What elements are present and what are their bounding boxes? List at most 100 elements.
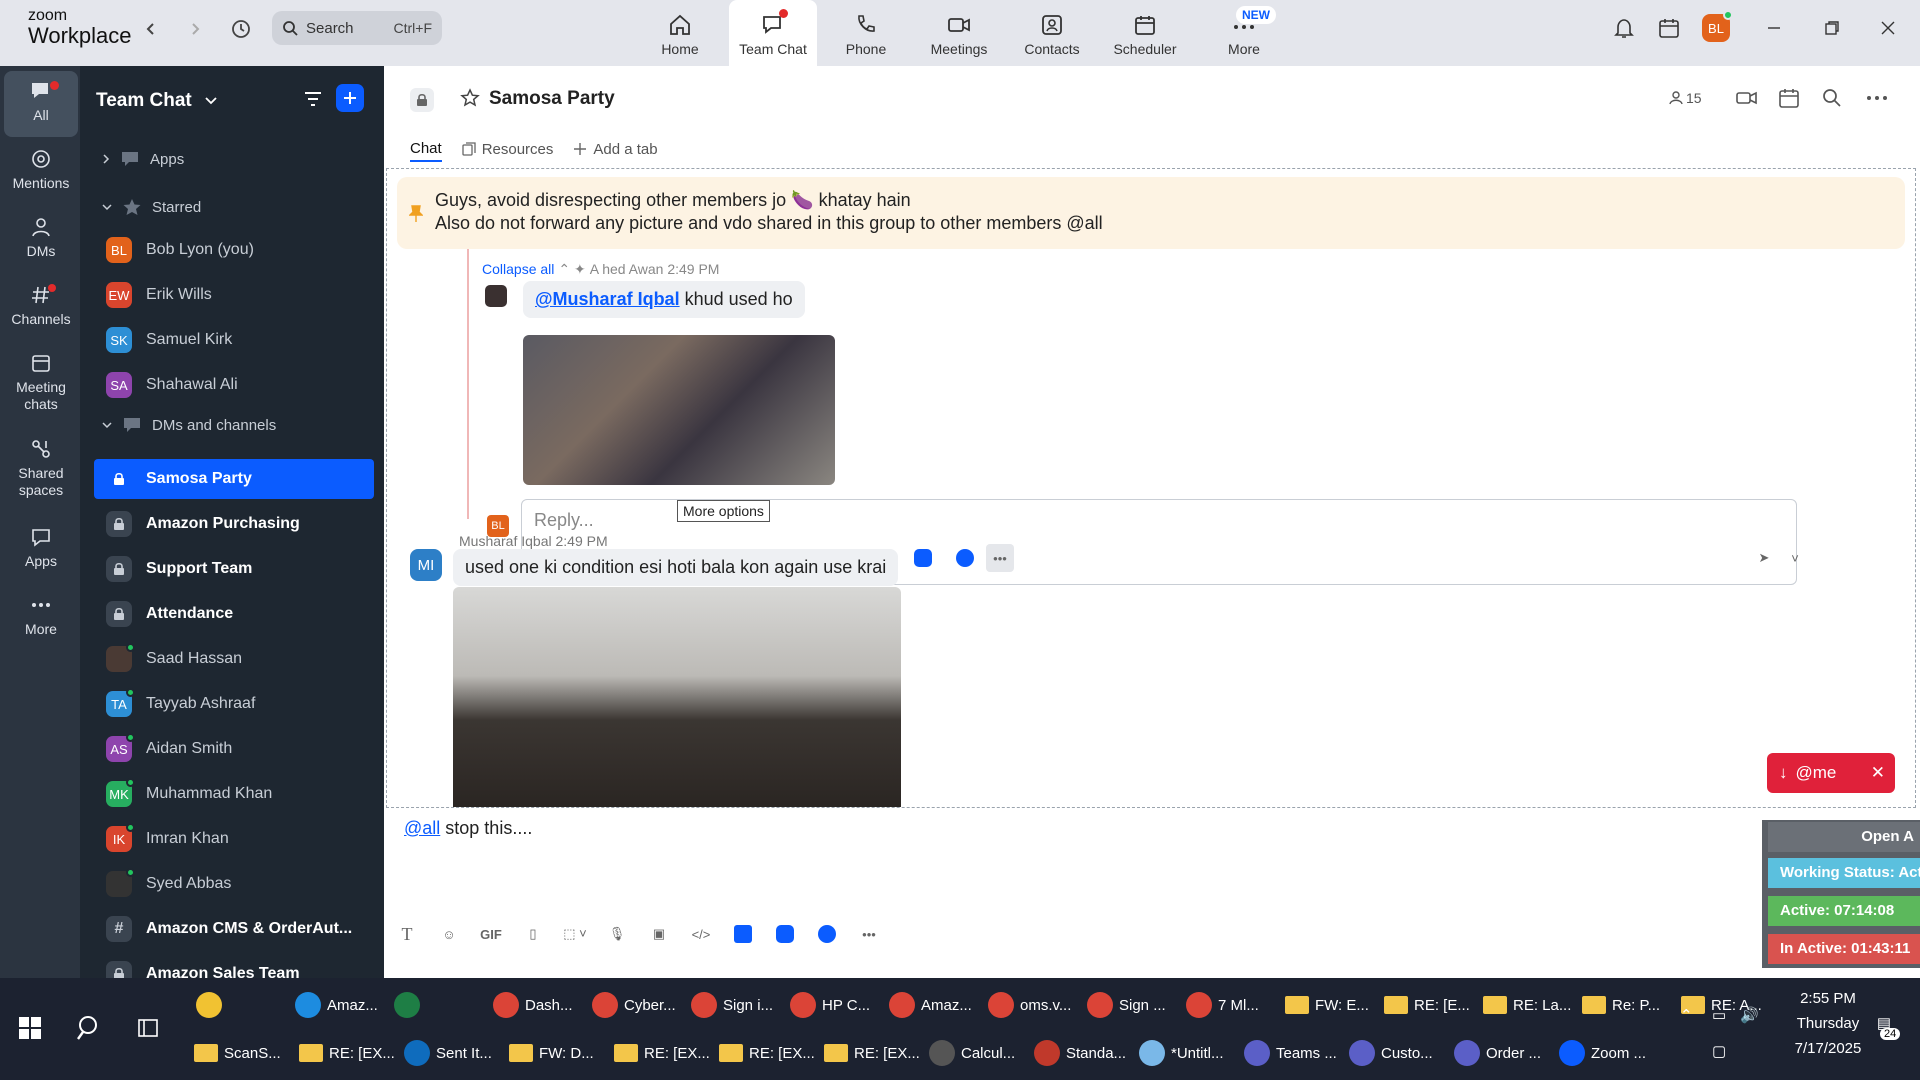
nav-scheduler[interactable]: Scheduler [1101,0,1189,66]
taskbar-item[interactable]: RE: [EX... [299,1030,398,1076]
taskbar-item[interactable]: Order ... [1454,1030,1553,1076]
forward-button[interactable] [182,16,208,42]
search-box[interactable]: Search Ctrl+F [272,11,442,45]
taskbar-item[interactable]: Sign ... [1087,982,1180,1028]
pinned-message[interactable]: Guys, avoid disrespecting other members … [397,177,1905,249]
app-icon[interactable] [764,920,806,948]
starred-item[interactable]: SA Shahawal Ali [94,365,374,405]
taskbar-item[interactable]: 7 Ml... [1186,982,1279,1028]
rail-shared-spaces[interactable]: Shared spaces [4,438,78,499]
dm-item[interactable]: MK Muhammad Khan [94,774,374,814]
taskbar-item[interactable]: Custo... [1349,1030,1448,1076]
show-hidden-icons[interactable]: ⌃ [1680,1006,1693,1024]
starred-item[interactable]: SK Samuel Kirk [94,320,374,360]
taskbar-item[interactable]: Teams ... [1244,1030,1343,1076]
screenshot-icon[interactable]: ⬚ ˅ [554,920,596,948]
clock[interactable]: 2:55 PM Thursday 7/17/2025 [1778,990,1878,1057]
taskbar-item[interactable]: RE: [EX... [824,1030,923,1076]
section-starred[interactable]: Starred [94,192,374,222]
tab-chat[interactable]: Chat [410,136,442,162]
nav-home[interactable]: Home [636,0,724,66]
start-button[interactable] [18,1016,42,1040]
channel-item[interactable]: Amazon Purchasing [94,504,374,544]
taskbar-item[interactable]: Amaz... [889,982,982,1028]
back-button[interactable] [138,16,164,42]
taskbar-item[interactable]: Sign i... [691,982,784,1028]
taskbar-item[interactable]: Sent It... [404,1030,503,1076]
dm-item[interactable]: TA Tayyab Ashraaf [94,684,374,724]
taskbar-item[interactable]: Re: P... [1582,982,1675,1028]
nav-contacts[interactable]: Contacts [1008,0,1096,66]
channel-samosa-party[interactable]: Samosa Party [94,459,374,499]
app-icon[interactable] [902,544,944,572]
avatar[interactable] [485,285,507,307]
video-message-icon[interactable]: ▣ [638,920,680,948]
taskbar-item[interactable]: Cyber... [592,982,685,1028]
taskbar-item[interactable]: Amaz... [295,982,388,1028]
channel-title[interactable]: Samosa Party [489,88,615,110]
taskbar-item[interactable]: oms.v... [988,982,1081,1028]
taskbar-item[interactable] [196,982,289,1028]
notification-center[interactable]: ▤ 24 [1866,1014,1902,1040]
members-button[interactable]: 15 [1669,90,1702,106]
volume-icon[interactable]: 🔊 [1740,1006,1759,1024]
nav-meetings[interactable]: Meetings [915,0,1003,66]
taskbar-item[interactable]: RE: [E... [1384,982,1477,1028]
app-icon[interactable] [806,920,848,948]
app-icon[interactable] [944,544,986,572]
taskbar-item[interactable] [394,982,487,1028]
new-chat-button[interactable] [336,84,364,112]
dm-item[interactable]: IK Imran Khan [94,819,374,859]
dm-item[interactable]: Syed Abbas [94,864,374,904]
taskbar-item[interactable]: FW: E... [1285,982,1378,1028]
taskbar-item[interactable]: ScanS... [194,1030,293,1076]
taskbar-item[interactable]: RE: [EX... [614,1030,713,1076]
search-in-chat-button[interactable] [1822,88,1842,108]
channel-item[interactable]: Amazon Sales Team [94,954,374,978]
network-icon[interactable]: ▢ [1712,1042,1726,1060]
video-call-button[interactable] [1736,88,1758,108]
taskbar-item[interactable]: Zoom ... [1559,1030,1658,1076]
dm-item[interactable]: Saad Hassan [94,639,374,679]
more-options-icon[interactable]: ••• [986,544,1014,572]
sidebar-title[interactable]: Team Chat [96,90,217,112]
app-icon[interactable] [722,920,764,948]
notifications-button[interactable] [1612,16,1636,40]
message-text[interactable]: used one ki condition esi hoti bala kon … [453,549,899,586]
gif-icon[interactable]: GIF [470,920,512,948]
nav-phone[interactable]: Phone [822,0,910,66]
channel-item[interactable]: Support Team [94,549,374,589]
tab-add[interactable]: Add a tab [573,136,658,162]
taskbar-item[interactable]: *Untitl... [1139,1030,1238,1076]
rail-dms[interactable]: DMs [4,216,78,260]
code-icon[interactable]: </> [680,920,722,948]
chevron-down-icon[interactable]: ˅ [1786,544,1804,572]
taskbar-item[interactable]: RE: A... [1681,982,1774,1028]
restore-button[interactable] [1824,20,1840,36]
starred-item[interactable]: BL Bob Lyon (you) [94,230,374,270]
shared-photo[interactable] [523,335,835,485]
taskbar-item[interactable]: RE: [EX... [719,1030,818,1076]
channel-more-button[interactable] [1866,88,1888,108]
close-button[interactable] [1880,20,1896,36]
rail-more[interactable]: More [4,594,78,638]
avatar[interactable]: MI [410,549,442,581]
search-button[interactable] [76,1014,104,1042]
dm-item[interactable]: AS Aidan Smith [94,729,374,769]
channel-item[interactable]: # Amazon CMS & OrderAut... [94,909,374,949]
history-button[interactable] [228,16,254,42]
open-button[interactable]: Open A [1768,822,1920,852]
tab-resources[interactable]: Resources [462,136,553,162]
rail-meeting-chats[interactable]: Meeting chats [4,352,78,413]
format-text-icon[interactable]: T [386,920,428,948]
message-list[interactable]: Guys, avoid disrespecting other members … [386,168,1916,808]
rail-channels[interactable]: Channels [4,284,78,328]
rail-mentions[interactable]: Mentions [4,148,78,192]
message-composer[interactable]: @all stop this.... T ☺ GIF ▯ ⬚ ˅ 🎙 ▣ </>… [384,808,1920,978]
mention-link[interactable]: @all [404,818,440,838]
taskbar-item[interactable]: Standa... [1034,1030,1133,1076]
starred-item[interactable]: EW Erik Wills [94,275,374,315]
star-button[interactable] [460,88,480,108]
thread-message[interactable]: @Musharaf Iqbal khud used ho [523,281,805,318]
send-icon[interactable]: ➤ [1752,544,1776,572]
